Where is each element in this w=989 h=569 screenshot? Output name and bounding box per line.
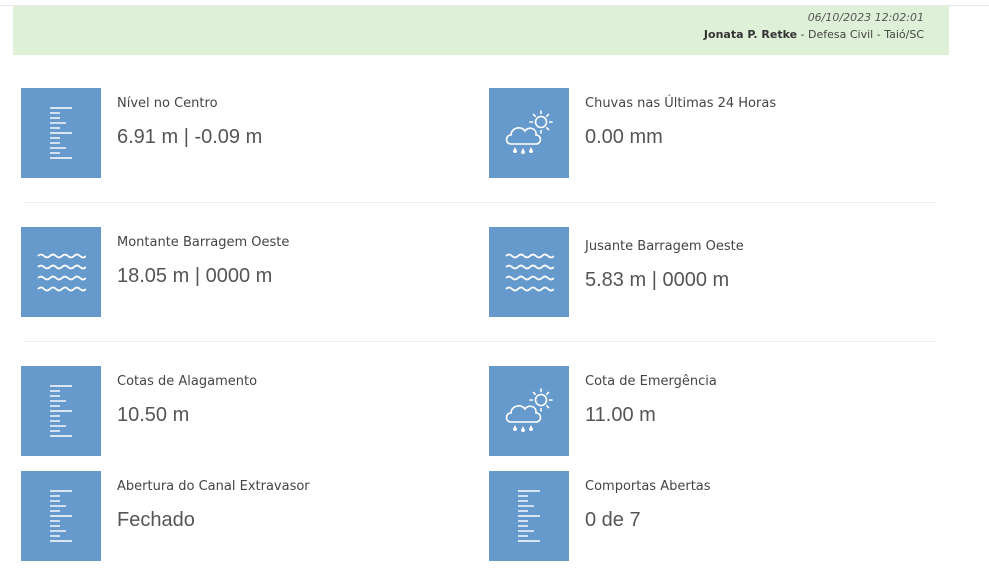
row-divider [25, 341, 937, 342]
row-divider [25, 202, 937, 203]
card-chuvas-24h: Chuvas nas Últimas 24 Horas 0.00 mm [489, 88, 949, 180]
card-value: 11.00 m [585, 404, 656, 426]
card-label: Comportas Abertas [585, 479, 711, 494]
card-label: Jusante Barragem Oeste [585, 239, 744, 254]
card-comportas-abertas: Comportas Abertas 0 de 7 [489, 471, 949, 563]
card-label: Chuvas nas Últimas 24 Horas [585, 96, 777, 111]
ruler-gauge-icon [21, 471, 101, 561]
water-waves-icon [21, 227, 101, 317]
card-label: Cota de Emergência [585, 374, 717, 389]
card-value: 18.05 m | 0000 m [117, 265, 273, 287]
ruler-gauge-icon [489, 471, 569, 561]
card-label: Montante Barragem Oeste [117, 235, 290, 250]
cloud-rain-sun-icon [489, 88, 569, 178]
water-waves-icon [489, 227, 569, 317]
card-nivel-centro: Nível no Centro 6.91 m | -0.09 m [21, 88, 481, 180]
card-montante-barragem-oeste: Montante Barragem Oeste 18.05 m | 0000 m [21, 227, 481, 319]
status-header: 06/10/2023 12:02:01 Jonata P. Retke - De… [13, 6, 949, 55]
user-name: Jonata P. Retke [703, 28, 798, 41]
card-value: 0.00 mm [585, 126, 663, 148]
ruler-gauge-icon [21, 366, 101, 456]
card-value: 0 de 7 [585, 509, 641, 531]
card-abertura-canal-extravasor: Abertura do Canal Extravasor Fechado [21, 471, 481, 563]
card-value: 10.50 m [117, 404, 190, 426]
card-value: 6.91 m | -0.09 m [117, 126, 263, 148]
user-info: Jonata P. Retke - Defesa Civil - Taió/SC [703, 28, 924, 41]
card-value: Fechado [117, 509, 195, 531]
update-timestamp: 06/10/2023 12:02:01 [807, 11, 924, 24]
card-cota-emergencia: Cota de Emergência 11.00 m [489, 366, 949, 458]
card-value: 5.83 m | 0000 m [585, 269, 730, 291]
card-label: Nível no Centro [117, 96, 218, 111]
user-organization: Defesa Civil - Taió/SC [808, 28, 924, 41]
ruler-gauge-icon [21, 88, 101, 178]
card-cotas-alagamento: Cotas de Alagamento 10.50 m [21, 366, 481, 458]
cloud-rain-sun-icon [489, 366, 569, 456]
card-label: Cotas de Alagamento [117, 374, 258, 389]
card-jusante-barragem-oeste: Jusante Barragem Oeste 5.83 m | 0000 m [489, 227, 949, 319]
card-label: Abertura do Canal Extravasor [117, 479, 310, 494]
